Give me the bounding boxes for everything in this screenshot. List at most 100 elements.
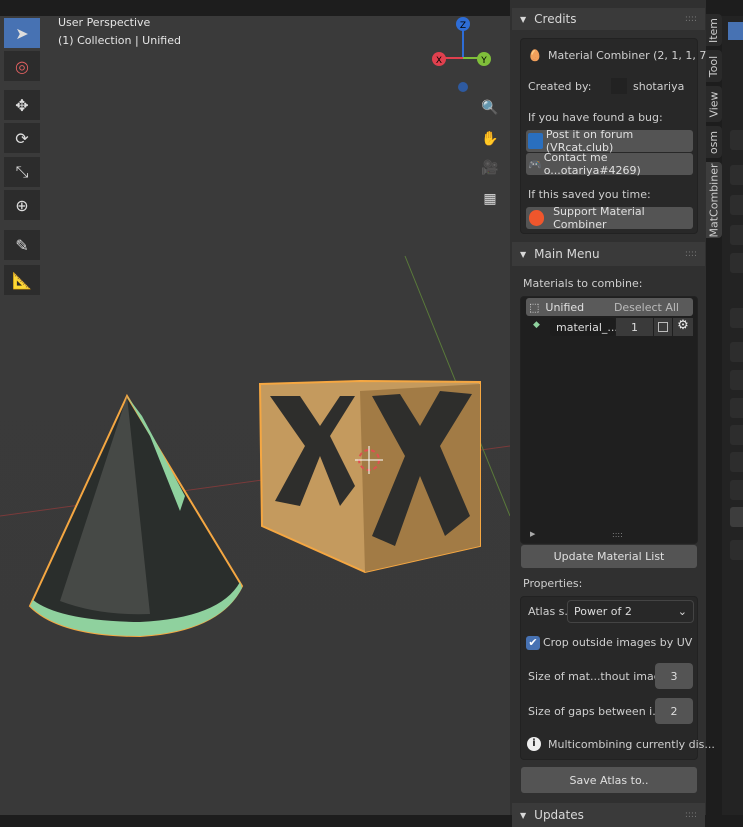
camera-icon: 🎥 bbox=[481, 160, 499, 176]
tab-matcombiner[interactable]: MatCombiner bbox=[706, 162, 722, 238]
texture-tab[interactable] bbox=[730, 540, 743, 560]
patreon-icon bbox=[529, 210, 545, 226]
author-avatar bbox=[611, 78, 627, 94]
collapse-icon: ▼ bbox=[520, 810, 527, 820]
atlas-size-dropdown[interactable]: Power of 2 ⌄ bbox=[567, 600, 694, 623]
ruler-icon: 📐 bbox=[12, 270, 32, 290]
cursor-arrow-icon: ➤ bbox=[15, 23, 29, 43]
saved-time-label: If this saved you time: bbox=[528, 188, 651, 201]
grip-icon[interactable]: :::: bbox=[685, 249, 697, 259]
checkmark-icon: ✔ bbox=[528, 636, 538, 649]
material-name-field[interactable]: material_... bbox=[550, 318, 618, 336]
scene: Z X Y bbox=[0, 17, 510, 638]
cone-object bbox=[28, 393, 244, 638]
tab-view[interactable]: View bbox=[706, 86, 722, 122]
credits-title: Credits bbox=[534, 12, 577, 26]
collapse-icon: ▼ bbox=[520, 249, 527, 259]
move-tool[interactable]: ✥ bbox=[4, 90, 40, 120]
info-icon: i bbox=[527, 737, 541, 751]
object-name: Unified bbox=[545, 300, 585, 314]
view-layer-tab[interactable] bbox=[730, 225, 743, 245]
measure-tool[interactable]: 📐 bbox=[4, 265, 40, 295]
transform-tool[interactable]: ⊕ bbox=[4, 190, 40, 220]
crosshair-icon: ◎ bbox=[15, 56, 29, 76]
tab-osm[interactable]: osm bbox=[706, 126, 722, 158]
expand-icon[interactable]: ▶ bbox=[530, 530, 535, 538]
author-name: shotariya bbox=[633, 80, 685, 93]
materials-label: Materials to combine: bbox=[523, 277, 643, 290]
rotate-tool[interactable]: ⟳ bbox=[4, 123, 40, 153]
material-count-field[interactable]: 1 bbox=[616, 318, 653, 336]
world-tab[interactable] bbox=[730, 308, 743, 328]
list-item-unified[interactable]: ⬚ Unified Deselect All bbox=[526, 298, 693, 316]
gaps-input[interactable]: 2 bbox=[655, 698, 693, 724]
info-message: Multicombining currently dis... bbox=[548, 738, 715, 751]
render-tab[interactable] bbox=[730, 165, 743, 185]
3d-viewport[interactable]: Z X Y User Perspective (1) Collection | … bbox=[0, 16, 510, 815]
properties-label: Properties: bbox=[523, 577, 583, 590]
properties-header-highlight bbox=[728, 22, 743, 40]
particles-tab[interactable] bbox=[730, 398, 743, 418]
gear-icon: ⚙ bbox=[677, 318, 689, 333]
material-tab[interactable] bbox=[730, 507, 743, 527]
ortho-toggle-button[interactable]: ▦ bbox=[478, 187, 502, 211]
main-menu-title: Main Menu bbox=[534, 247, 600, 261]
updates-header[interactable]: ▼ Updates:::: bbox=[512, 803, 705, 827]
scene-tab[interactable] bbox=[730, 253, 743, 273]
tab-tool[interactable]: Tool bbox=[706, 50, 722, 82]
grip-icon[interactable]: :::: bbox=[685, 14, 697, 24]
data-tab[interactable] bbox=[730, 480, 743, 500]
hand-icon: ✋ bbox=[481, 131, 499, 147]
main-menu-header[interactable]: ▼ Main Menu:::: bbox=[512, 242, 705, 266]
zoom-button[interactable]: 🔍 bbox=[478, 96, 502, 120]
crop-checkbox[interactable]: ✔ bbox=[526, 636, 540, 650]
tool-properties-tab[interactable] bbox=[730, 130, 743, 150]
collapse-icon: ▼ bbox=[520, 14, 527, 24]
grip-icon[interactable]: :::: bbox=[685, 810, 697, 820]
crop-label: Crop outside images by UV bbox=[543, 636, 693, 649]
resize-grip-icon[interactable]: :::: bbox=[612, 530, 623, 539]
tab-item[interactable]: Item bbox=[706, 14, 722, 46]
contact-label: Contact me o...otariya#4269) bbox=[543, 151, 641, 177]
atlas-size-value: Power of 2 bbox=[574, 605, 632, 618]
updates-title: Updates bbox=[534, 808, 584, 822]
rotate-icon: ⟳ bbox=[15, 128, 29, 148]
credits-header[interactable]: ▼ Credits:::: bbox=[512, 8, 705, 30]
pan-button[interactable]: ✋ bbox=[478, 127, 502, 151]
svg-text:X: X bbox=[436, 56, 442, 66]
select-box-tool[interactable]: ➤ bbox=[4, 18, 40, 48]
svg-text:Z: Z bbox=[460, 21, 466, 31]
material-checkbox[interactable] bbox=[654, 318, 672, 336]
bug-label: If you have found a bug: bbox=[528, 111, 663, 124]
pencil-icon: ✎ bbox=[15, 235, 29, 255]
update-material-list-button[interactable]: Update Material List bbox=[521, 545, 697, 568]
material-settings-button[interactable]: ⚙ bbox=[673, 318, 693, 336]
support-button[interactable]: Support Material Combiner bbox=[526, 205, 693, 231]
svg-text:Y: Y bbox=[480, 56, 487, 66]
cursor-tool[interactable]: ◎ bbox=[4, 51, 40, 81]
move-icon: ✥ bbox=[15, 95, 29, 115]
addon-icon: 🥚 bbox=[528, 49, 542, 62]
physics-tab[interactable] bbox=[730, 425, 743, 445]
cube-icon: ⬚ bbox=[529, 300, 540, 314]
scale-tool[interactable]: ⤡ bbox=[4, 157, 40, 187]
view-perspective-label: User Perspective bbox=[58, 16, 151, 29]
contact-button[interactable]: 🎮 Contact me o...otariya#4269) bbox=[526, 151, 693, 177]
save-atlas-button[interactable]: Save Atlas to.. bbox=[521, 767, 697, 793]
axis-gizmo: Z X Y bbox=[432, 17, 491, 92]
created-by-label: Created by: bbox=[528, 80, 592, 93]
camera-button[interactable]: 🎥 bbox=[478, 156, 502, 180]
size-mat-input[interactable]: 3 bbox=[655, 663, 693, 689]
addon-version: Material Combiner (2, 1, 1, 7) bbox=[548, 49, 711, 62]
material-icon: ◆ bbox=[533, 320, 540, 330]
checkbox-box bbox=[658, 322, 668, 332]
output-tab[interactable] bbox=[730, 195, 743, 215]
deselect-all-button[interactable]: Deselect All bbox=[614, 301, 679, 314]
modifier-tab[interactable] bbox=[730, 370, 743, 390]
constraints-tab[interactable] bbox=[730, 452, 743, 472]
object-tab[interactable] bbox=[730, 342, 743, 362]
collection-label: (1) Collection | Unified bbox=[58, 34, 181, 47]
annotate-tool[interactable]: ✎ bbox=[4, 230, 40, 260]
forum-button[interactable]: Post it on forum (VRcat.club) bbox=[526, 128, 693, 154]
discord-icon: 🎮 bbox=[528, 157, 542, 171]
